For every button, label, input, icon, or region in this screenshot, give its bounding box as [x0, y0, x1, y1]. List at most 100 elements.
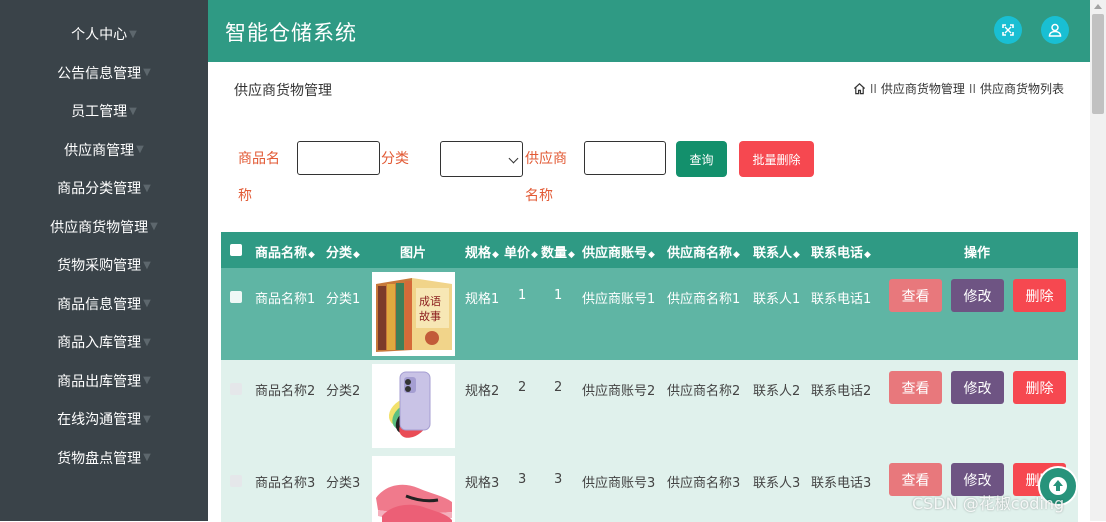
- column-label: 规格: [465, 246, 492, 261]
- view-button[interactable]: 查看: [889, 371, 942, 404]
- sidebar-item-label: 个人中心: [71, 27, 128, 44]
- svg-text:故事: 故事: [419, 309, 441, 323]
- sort-icon: ◆: [648, 250, 655, 260]
- cell-product-name: 商品名称2: [255, 384, 316, 399]
- cell-category: 分类2: [326, 384, 361, 399]
- cell-price: 1: [518, 288, 527, 303]
- cell-spec: 规格3: [465, 476, 500, 491]
- cell-phone: 联系电话2: [811, 384, 872, 399]
- column-header-supplier-account[interactable]: 供应商账号◆: [582, 242, 655, 261]
- chevron-down-icon: ▼: [143, 259, 151, 271]
- column-label: 供应商账号: [582, 246, 648, 261]
- sidebar-item-suppliers[interactable]: 供应商管理 ▼: [0, 131, 208, 170]
- column-header-price[interactable]: 单价◆: [504, 242, 538, 261]
- page-scrollbar[interactable]: [1090, 0, 1106, 521]
- column-label: 供应商名称: [667, 246, 733, 261]
- view-button[interactable]: 查看: [889, 279, 942, 312]
- delete-button[interactable]: 删除: [1013, 279, 1066, 312]
- table-header: 商品名称◆ 分类◆ 图片 规格◆ 单价◆ 数量◆ 供应商账号◆ 供应商名称◆ 联…: [221, 232, 1078, 268]
- supplier-name-input[interactable]: [584, 141, 666, 175]
- row-checkbox[interactable]: [230, 383, 242, 395]
- column-label: 商品名称: [255, 246, 308, 261]
- cell-supplier-account: 供应商账号2: [582, 384, 656, 399]
- sidebar-item-label: 货物盘点管理: [57, 450, 142, 467]
- chevron-down-icon: ▼: [129, 105, 137, 117]
- sidebar-item-product-info[interactable]: 商品信息管理 ▼: [0, 285, 208, 324]
- sidebar-item-purchasing[interactable]: 货物采购管理 ▼: [0, 246, 208, 285]
- product-image-phone[interactable]: [372, 364, 455, 448]
- sidebar-item-product-categories[interactable]: 商品分类管理 ▼: [0, 169, 208, 208]
- supplier-name-label: 供应商: [525, 151, 567, 167]
- cell-quantity: 1: [554, 288, 563, 303]
- home-icon[interactable]: [853, 82, 866, 95]
- cell-product-name: 商品名称3: [255, 476, 316, 491]
- chevron-down-icon: ▼: [143, 182, 151, 194]
- sidebar-item-label: 商品信息管理: [57, 296, 142, 313]
- sort-icon: ◆: [308, 250, 315, 260]
- table-row: 商品名称1 分类1 成语 故事 规格1 1 1 供应商账号1 供应商名称1 联系…: [221, 268, 1078, 360]
- row-checkbox[interactable]: [230, 475, 242, 487]
- scroll-up-icon[interactable]: [1094, 4, 1102, 9]
- chevron-down-icon: ▼: [136, 144, 144, 156]
- cell-price: 2: [518, 380, 527, 395]
- chevron-down-icon: ▼: [143, 336, 151, 348]
- query-button[interactable]: 查询: [676, 141, 727, 177]
- cell-category: 分类1: [326, 292, 361, 307]
- top-header: 智能仓储系统: [208, 0, 1090, 62]
- breadcrumb-item[interactable]: 供应商货物管理: [881, 80, 965, 97]
- sort-icon: ◆: [793, 250, 800, 260]
- edit-button[interactable]: 修改: [951, 279, 1004, 312]
- table-row: 商品名称2 分类2 规格2 2 2 供应商账号2 供应商名称2 联系人2 联系电…: [221, 360, 1078, 452]
- batch-delete-button[interactable]: 批量删除: [739, 141, 814, 177]
- sidebar-item-label: 供应商货物管理: [50, 219, 149, 236]
- supplier-name-label-wrap: 名称: [525, 188, 553, 204]
- sort-icon: ◆: [353, 250, 360, 260]
- column-header-product-name[interactable]: 商品名称◆: [255, 242, 315, 261]
- column-header-quantity[interactable]: 数量◆: [541, 242, 575, 261]
- cell-price: 3: [518, 472, 527, 487]
- select-all-checkbox[interactable]: [230, 244, 242, 256]
- category-select[interactable]: [440, 141, 523, 177]
- cell-phone: 联系电话3: [811, 476, 872, 491]
- column-label: 联系电话: [811, 246, 864, 261]
- fullscreen-button[interactable]: [994, 16, 1022, 44]
- sort-icon: ◆: [531, 250, 538, 260]
- sidebar-item-stocktaking[interactable]: 货物盘点管理 ▼: [0, 439, 208, 478]
- page-title: 供应商货物管理: [234, 83, 332, 99]
- chevron-down-icon: ▼: [150, 221, 158, 233]
- edit-button[interactable]: 修改: [951, 371, 1004, 404]
- app-title: 智能仓储系统: [225, 21, 357, 45]
- sidebar-item-online-chat[interactable]: 在线沟通管理 ▼: [0, 400, 208, 439]
- row-checkbox[interactable]: [230, 291, 242, 303]
- sidebar-item-outbound[interactable]: 商品出库管理 ▼: [0, 362, 208, 401]
- sidebar: 个人中心 ▼ 公告信息管理 ▼ 员工管理 ▼ 供应商管理 ▼ 商品分类管理 ▼ 供应商货物…: [0, 0, 208, 521]
- chevron-down-icon: ▼: [143, 413, 151, 425]
- product-name-input[interactable]: [297, 141, 380, 175]
- chevron-down-icon: ▼: [143, 375, 151, 387]
- user-button[interactable]: [1041, 16, 1069, 44]
- sidebar-item-personal-center[interactable]: 个人中心 ▼: [0, 15, 208, 54]
- scrollbar-thumb[interactable]: [1092, 14, 1104, 114]
- goods-table: 商品名称◆ 分类◆ 图片 规格◆ 单价◆ 数量◆ 供应商账号◆ 供应商名称◆ 联…: [221, 232, 1078, 522]
- delete-button[interactable]: 删除: [1013, 371, 1066, 404]
- sidebar-item-inbound[interactable]: 商品入库管理 ▼: [0, 323, 208, 362]
- column-header-spec[interactable]: 规格◆: [465, 242, 499, 261]
- column-header-phone[interactable]: 联系电话◆: [811, 242, 871, 261]
- sidebar-item-supplier-goods[interactable]: 供应商货物管理 ▼: [0, 208, 208, 247]
- sidebar-item-employees[interactable]: 员工管理 ▼: [0, 92, 208, 131]
- cell-supplier-name: 供应商名称2: [667, 384, 741, 399]
- sidebar-item-announcements[interactable]: 公告信息管理 ▼: [0, 54, 208, 93]
- cell-category: 分类3: [326, 476, 361, 491]
- column-label: 单价: [504, 246, 531, 261]
- column-header-supplier-name[interactable]: 供应商名称◆: [667, 242, 740, 261]
- cell-contact: 联系人2: [753, 384, 801, 399]
- column-header-image: 图片: [400, 246, 427, 261]
- svg-text:成语: 成语: [419, 295, 441, 308]
- column-header-category[interactable]: 分类◆: [326, 242, 360, 261]
- column-header-contact[interactable]: 联系人◆: [753, 242, 800, 261]
- product-image-book[interactable]: 成语 故事: [372, 272, 455, 356]
- sort-icon: ◆: [492, 250, 499, 260]
- breadcrumb-item[interactable]: 供应商货物列表: [980, 80, 1064, 97]
- product-image-sneakers[interactable]: [372, 456, 455, 522]
- sort-icon: ◆: [864, 250, 871, 260]
